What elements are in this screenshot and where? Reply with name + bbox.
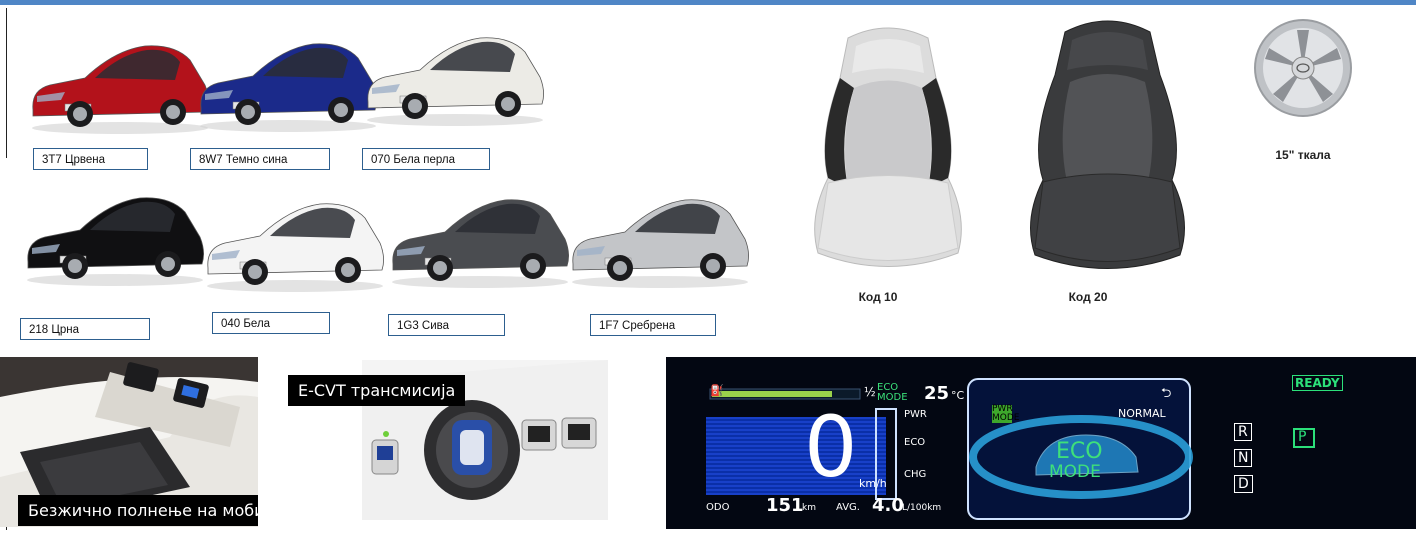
divider-line	[6, 8, 7, 158]
hybrid-pwr-label: PWR	[904, 409, 927, 420]
car-swatch-red	[25, 30, 215, 135]
car-swatch-silver	[565, 184, 755, 289]
top-accent-bar	[0, 0, 1416, 5]
speed-value: 0	[804, 398, 858, 496]
pwr-mode-badge: PWR MODE	[992, 404, 1020, 423]
avg-consumption-value: 4.0	[872, 495, 904, 516]
alloy-wheel-icon	[1254, 19, 1352, 117]
seat-code-10-caption: Код 10	[858, 290, 898, 304]
color-label-white: 040 Бела	[212, 312, 330, 334]
gear-n: N	[1234, 449, 1253, 467]
eco-mode-indicator: ECO MODE	[877, 382, 908, 403]
wheel: 15" ткала	[1253, 18, 1353, 162]
gear-d: D	[1234, 475, 1253, 493]
color-label-dark-blue: 8W7 Темно сина	[190, 148, 330, 170]
seat-dark-grey	[1020, 10, 1195, 282]
fuel-fraction: ½	[864, 385, 876, 399]
color-label-pearl-white: 070 Бела перла	[362, 148, 490, 170]
color-label-silver: 1F7 Сребрена	[590, 314, 716, 336]
return-arrow-icon: ⮌	[1161, 386, 1172, 401]
wireless-charging-photo: Безжично полнење на мобилен телефон	[0, 357, 258, 527]
outside-temperature: 25	[924, 383, 950, 404]
odometer-value: 151	[766, 495, 804, 516]
seat-light-grey	[808, 18, 968, 280]
car-swatch-black	[20, 182, 210, 287]
hybrid-eco-label: ECO	[904, 437, 926, 448]
car-swatch-white	[200, 188, 390, 293]
temperature-unit: °C	[951, 389, 965, 402]
speed-unit: km/h	[859, 477, 887, 490]
color-label-grey: 1G3 Сива	[388, 314, 505, 336]
park-indicator: P	[1298, 429, 1307, 445]
fuel-pump-icon: ⛽	[710, 384, 724, 397]
wheel-caption: 15" ткала	[1275, 148, 1331, 162]
car-swatch-grey	[385, 184, 575, 289]
avg-label: AVG.	[836, 502, 860, 513]
hybrid-chg-label: CHG	[904, 469, 927, 480]
eco-mode-big-2: MODE	[1049, 462, 1101, 482]
instrument-cluster: ⛽ ½ ECO MODE 25 °C 0 km/h PWR ECO CHG PW…	[666, 357, 1416, 529]
ready-indicator: READY	[1292, 375, 1343, 391]
eco-mode-big-1: ECO	[1056, 439, 1103, 464]
odometer-unit: km	[802, 503, 816, 513]
car-swatch-dark-blue	[193, 28, 383, 133]
car-swatch-pearl-white	[360, 22, 550, 127]
gear-r: R	[1234, 423, 1252, 441]
odometer-label: ODO	[706, 502, 730, 513]
seat-code-20-caption: Код 20	[1068, 290, 1108, 304]
ecvt-label: E-CVT трансмисија	[288, 375, 466, 406]
wireless-charging-label: Безжично полнење на мобилен телефон	[18, 495, 258, 526]
color-label-black: 218 Црна	[20, 318, 150, 340]
color-label-red: 3T7 Црвена	[33, 148, 148, 170]
avg-consumption-unit: L/100km	[902, 503, 942, 513]
drive-mode-normal: NORMAL	[1118, 407, 1166, 420]
